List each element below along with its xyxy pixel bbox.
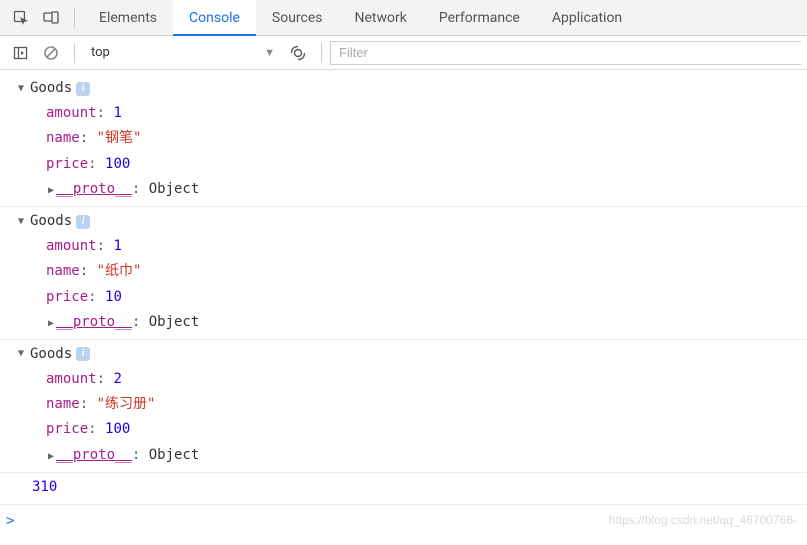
property-row: amount: 2 (46, 367, 807, 392)
divider (74, 8, 75, 28)
proto-row[interactable]: ▶__proto__: Object (46, 177, 807, 202)
execution-context-select[interactable]: top ▼ (83, 42, 283, 64)
console-output: ▼ Goods i amount: 1 name: "钢笔" price: 10… (0, 70, 807, 538)
object-properties: amount: 2 name: "练习册" price: 100 ▶__prot… (16, 367, 807, 468)
expand-arrow-right-icon: ▶ (46, 182, 56, 200)
divider (321, 43, 322, 63)
console-log-entry: ▼ Goods i amount: 2 name: "练习册" price: 1… (0, 340, 807, 473)
tab-sources[interactable]: Sources (256, 0, 339, 36)
object-class-name: Goods (30, 209, 72, 234)
filter-input[interactable] (330, 41, 801, 65)
live-expression-icon[interactable] (286, 41, 310, 65)
console-log-entry: ▼ Goods i amount: 1 name: "纸巾" price: 10… (0, 207, 807, 340)
device-toolbar-icon[interactable] (39, 6, 63, 30)
proto-row[interactable]: ▶__proto__: Object (46, 310, 807, 335)
divider (74, 43, 75, 63)
context-label: top (91, 45, 110, 60)
devtools-tabbar: Elements Console Sources Network Perform… (0, 0, 807, 36)
chevron-down-icon: ▼ (264, 46, 275, 59)
property-row: name: "练习册" (46, 392, 807, 417)
expand-arrow-down-icon: ▼ (16, 345, 26, 363)
object-header[interactable]: ▼ Goods i (16, 209, 807, 234)
object-properties: amount: 1 name: "纸巾" price: 10 ▶__proto_… (16, 234, 807, 335)
property-row: price: 100 (46, 152, 807, 177)
property-row: name: "钢笔" (46, 126, 807, 151)
console-log-entry: 310 (0, 473, 807, 505)
tab-console[interactable]: Console (173, 0, 256, 36)
expand-arrow-right-icon: ▶ (46, 448, 56, 466)
tab-elements[interactable]: Elements (83, 0, 173, 36)
console-toolbar: top ▼ (0, 36, 807, 70)
object-class-name: Goods (30, 76, 72, 101)
object-header[interactable]: ▼ Goods i (16, 342, 807, 367)
tab-network[interactable]: Network (339, 0, 423, 36)
property-row: amount: 1 (46, 101, 807, 126)
result-value: 310 (16, 475, 807, 500)
tab-application[interactable]: Application (536, 0, 638, 36)
info-icon[interactable]: i (76, 215, 90, 229)
property-row: name: "纸巾" (46, 259, 807, 284)
info-icon[interactable]: i (76, 347, 90, 361)
property-row: price: 100 (46, 417, 807, 442)
object-class-name: Goods (30, 342, 72, 367)
clear-console-icon[interactable] (39, 41, 63, 65)
info-icon[interactable]: i (76, 82, 90, 96)
tab-performance[interactable]: Performance (423, 0, 536, 36)
console-log-entry: ▼ Goods i amount: 1 name: "钢笔" price: 10… (0, 74, 807, 207)
expand-arrow-down-icon: ▼ (16, 213, 26, 231)
property-row: price: 10 (46, 285, 807, 310)
sidebar-toggle-icon[interactable] (9, 41, 33, 65)
inspect-icon[interactable] (9, 6, 33, 30)
proto-row[interactable]: ▶__proto__: Object (46, 443, 807, 468)
watermark-text: https://blog.csdn.net/qq_46700766- (609, 513, 797, 527)
object-properties: amount: 1 name: "钢笔" price: 100 ▶__proto… (16, 101, 807, 202)
property-row: amount: 1 (46, 234, 807, 259)
expand-arrow-right-icon: ▶ (46, 315, 56, 333)
expand-arrow-down-icon: ▼ (16, 80, 26, 98)
object-header[interactable]: ▼ Goods i (16, 76, 807, 101)
